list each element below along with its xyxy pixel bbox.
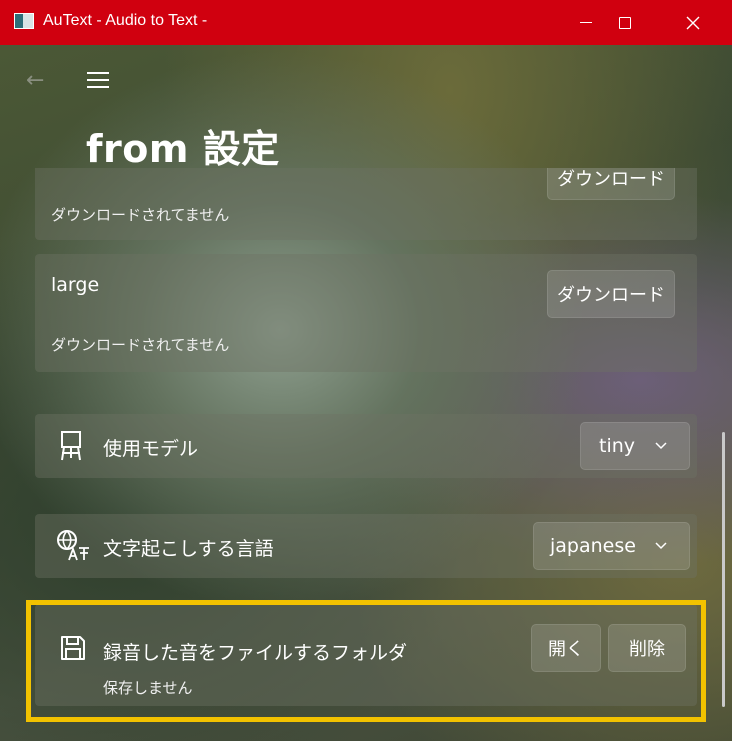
back-arrow-icon: ← xyxy=(26,68,45,93)
maximize-button[interactable] xyxy=(602,0,648,45)
chevron-down-icon xyxy=(655,442,667,450)
model-setting-card: 使用モデル tiny xyxy=(35,414,697,478)
language-select[interactable]: japanese xyxy=(533,522,690,570)
model-status: ダウンロードされてません xyxy=(51,336,230,354)
maximize-icon xyxy=(619,16,631,29)
minimize-icon xyxy=(580,22,592,23)
page-title: from 設定 xyxy=(86,127,280,171)
model-name: large xyxy=(51,274,100,296)
model-card: ダウンロード ダウンロードされてません xyxy=(35,168,697,240)
back-button[interactable]: ← xyxy=(26,68,44,93)
window-title: AuText - Audio to Text - xyxy=(43,12,208,29)
vertical-scrollbar[interactable] xyxy=(722,432,725,707)
translate-icon xyxy=(57,530,89,561)
model-status: ダウンロードされてません xyxy=(51,206,230,224)
highlight-box xyxy=(26,600,706,722)
model-select-value: tiny xyxy=(599,435,636,457)
app-icon xyxy=(14,13,34,29)
model-setting-label: 使用モデル xyxy=(103,438,199,460)
download-large-button[interactable]: ダウンロード xyxy=(547,270,675,318)
app-window: AuText - Audio to Text - ← from 設定 ダウンロー… xyxy=(0,0,732,741)
close-icon xyxy=(686,16,700,29)
download-button[interactable]: ダウンロード xyxy=(547,168,675,200)
easel-icon xyxy=(61,431,81,461)
language-setting-label: 文字起こしする言語 xyxy=(103,538,274,560)
language-setting-card: 文字起こしする言語 japanese xyxy=(35,514,697,578)
hamburger-icon xyxy=(87,72,109,74)
close-button[interactable] xyxy=(670,0,716,45)
chevron-down-icon xyxy=(655,542,667,550)
language-select-value: japanese xyxy=(550,535,636,557)
title-bar[interactable]: AuText - Audio to Text - xyxy=(0,0,732,45)
menu-button[interactable] xyxy=(87,72,109,88)
model-select[interactable]: tiny xyxy=(580,422,690,470)
model-card-large: large ダウンロード ダウンロードされてません xyxy=(35,254,697,372)
